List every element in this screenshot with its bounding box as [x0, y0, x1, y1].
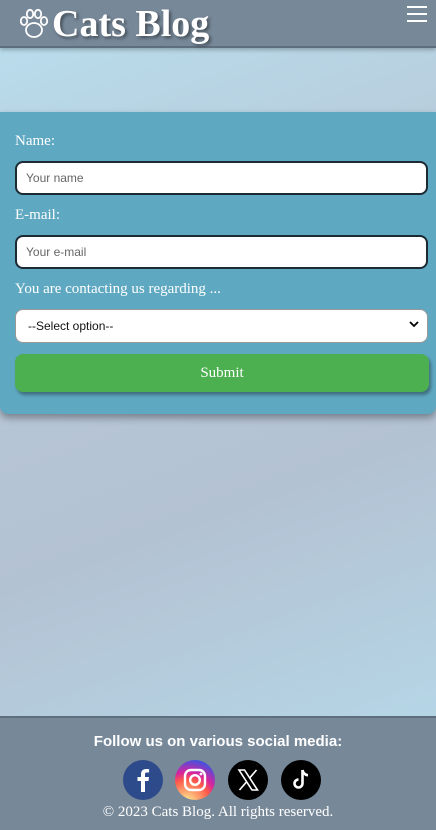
copyright-text: © 2023 Cats Blog. All rights reserved. — [102, 804, 334, 820]
site-header: Cats Blog — [0, 0, 436, 48]
paw-icon — [19, 8, 49, 38]
logo[interactable]: Cats Blog — [18, 2, 209, 46]
site-footer: Follow us on various social media: © 202… — [0, 716, 436, 830]
instagram-icon[interactable] — [175, 760, 215, 800]
social-links — [123, 760, 323, 800]
email-label: E-mail: — [15, 207, 60, 223]
regarding-label: You are contacting us regarding ... — [15, 281, 221, 297]
site-title: Cats Blog — [52, 3, 210, 45]
x-icon[interactable] — [228, 760, 268, 800]
follow-text: Follow us on various social media: — [93, 733, 343, 750]
tiktok-icon[interactable] — [281, 760, 321, 800]
submit-button[interactable]: Submit — [15, 354, 429, 392]
name-input[interactable] — [15, 161, 428, 195]
contact-form: Name: E-mail: You are contacting us rega… — [0, 112, 436, 414]
chevron-down-icon — [409, 321, 419, 328]
select-value: --Select option-- — [28, 319, 114, 333]
regarding-select[interactable]: --Select option-- — [15, 309, 428, 343]
hamburger-icon[interactable] — [407, 6, 427, 26]
facebook-icon[interactable] — [123, 760, 163, 800]
name-label: Name: — [15, 133, 55, 149]
email-input[interactable] — [15, 235, 428, 269]
